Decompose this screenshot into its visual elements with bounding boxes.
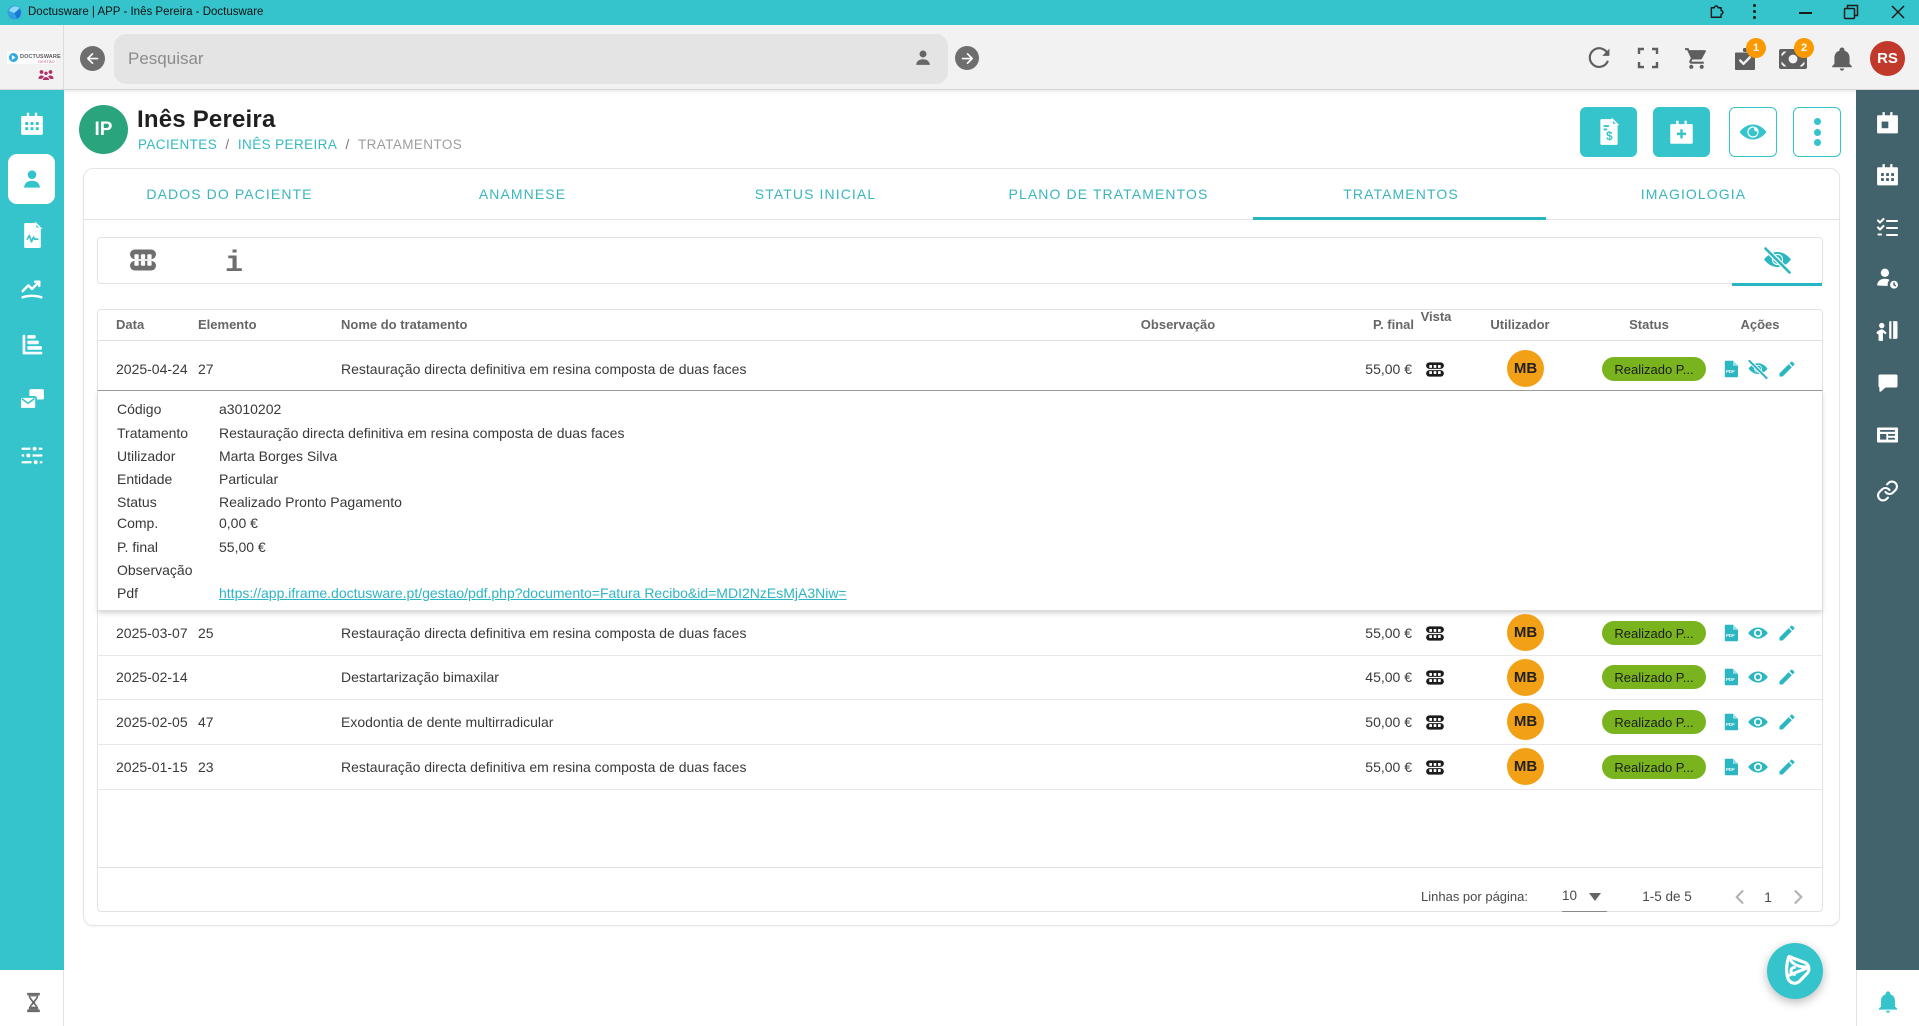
svg-text:PDF: PDF xyxy=(1726,677,1735,682)
svg-text:$: $ xyxy=(1605,129,1612,143)
svg-text:PDF: PDF xyxy=(1726,767,1735,772)
svg-text:PDF: PDF xyxy=(1726,633,1735,638)
svg-text:PDF: PDF xyxy=(1726,722,1735,727)
svg-text:PDF: PDF xyxy=(1726,369,1735,374)
